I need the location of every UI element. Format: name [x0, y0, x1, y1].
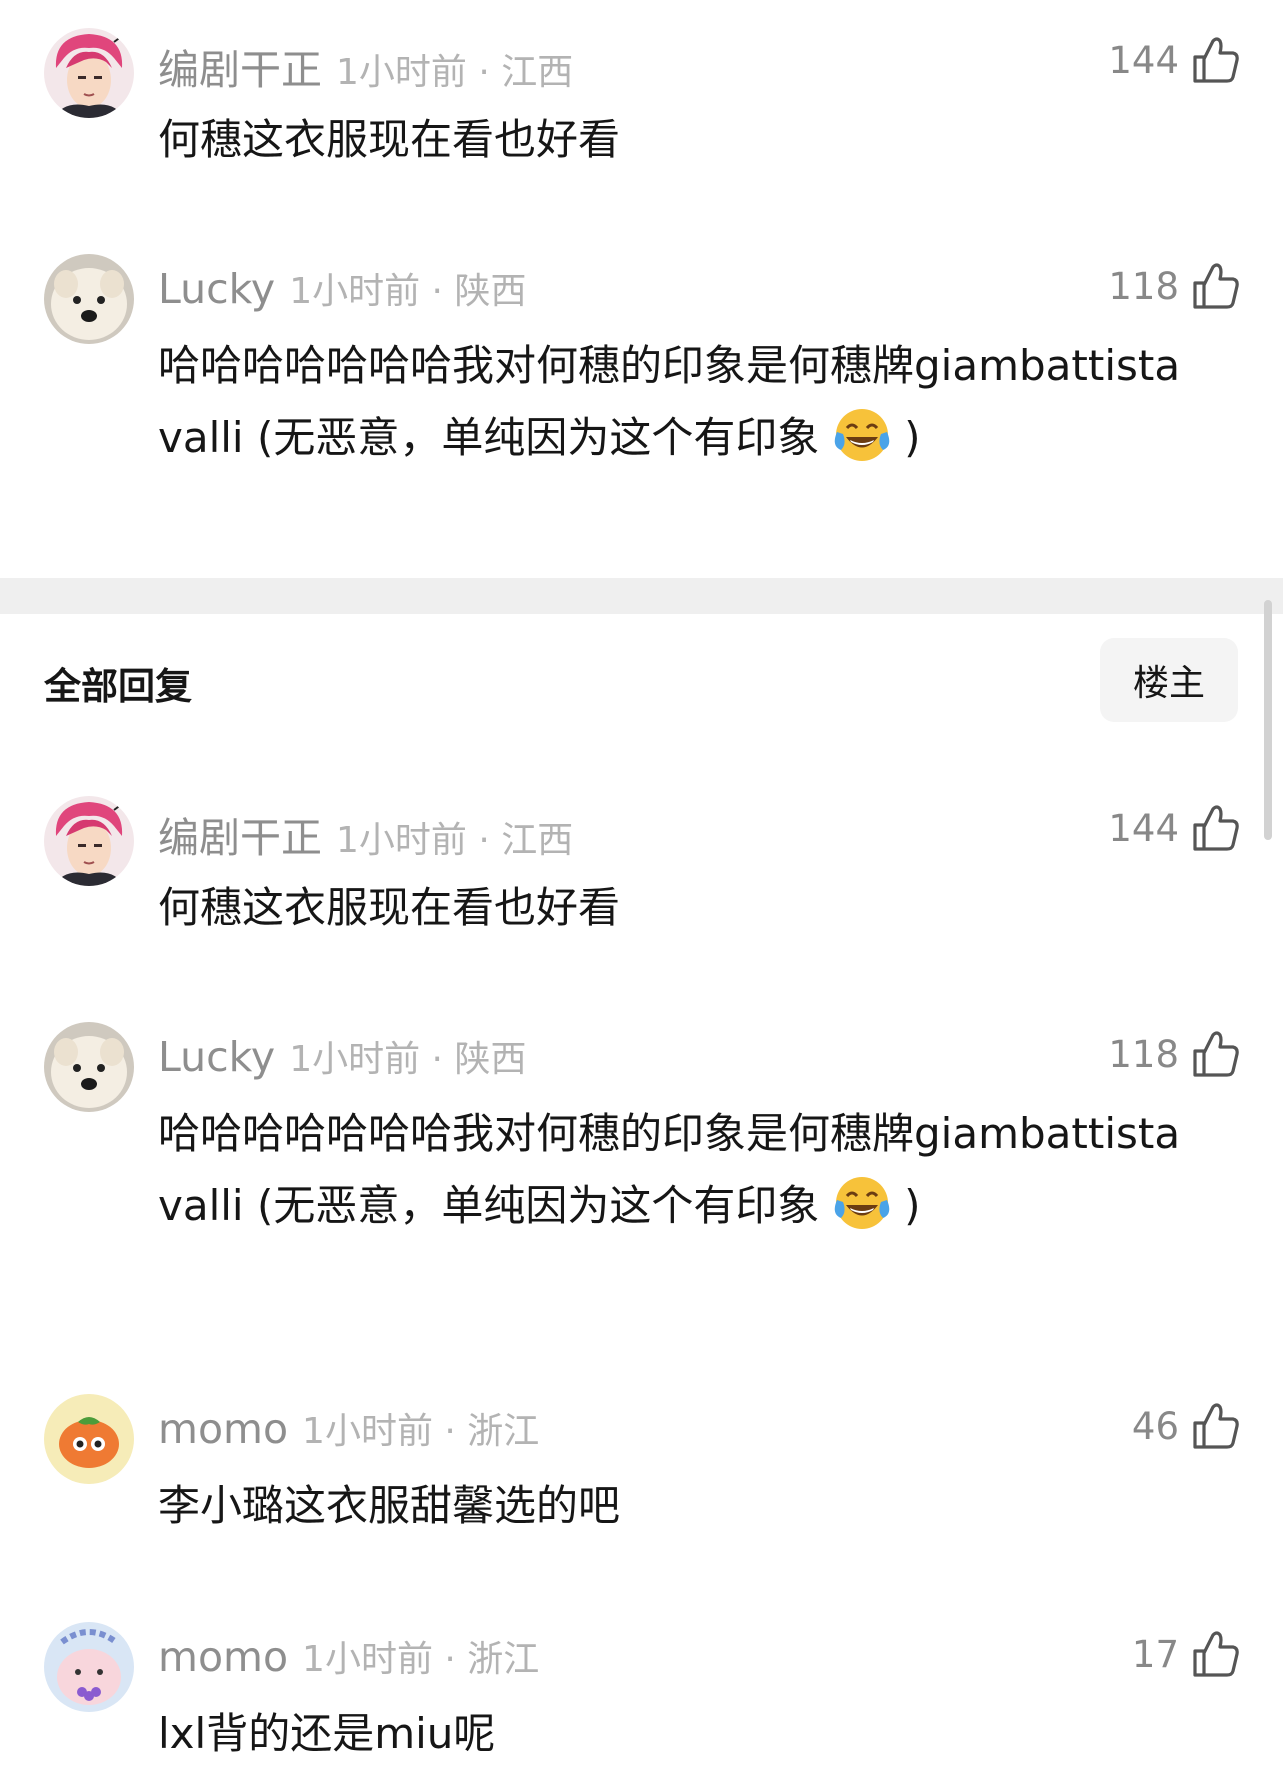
comment-meta: Lucky 1小时前 · 陕西 [158, 262, 527, 313]
like-button[interactable]: 46 [1132, 1400, 1239, 1452]
username[interactable]: 编剧干正 [158, 804, 322, 864]
comment-meta: momo 1小时前 · 浙江 [158, 1630, 540, 1681]
like-button[interactable]: 118 [1108, 1028, 1239, 1080]
like-count: 144 [1108, 38, 1179, 82]
all-replies-title: 全部回复 [44, 665, 192, 708]
like-button[interactable]: 118 [1108, 260, 1239, 312]
time-location: 1小时前 · 浙江 [302, 1411, 540, 1452]
comment-meta: momo 1小时前 · 浙江 [158, 1402, 540, 1453]
like-count: 144 [1108, 806, 1179, 850]
like-count: 118 [1108, 264, 1179, 308]
avatar[interactable] [44, 1622, 134, 1712]
avatar[interactable] [44, 796, 134, 886]
thumbs-up-icon[interactable] [1191, 261, 1239, 311]
op-filter-label: 楼主 [1132, 663, 1205, 704]
like-button[interactable]: 17 [1132, 1628, 1239, 1680]
time-location: 1小时前 · 陕西 [289, 271, 527, 312]
username[interactable]: 编剧干正 [158, 36, 322, 96]
comment-body: lxl背的还是miu呢 [158, 1709, 496, 1758]
like-count: 17 [1131, 1632, 1179, 1676]
comment-meta: Lucky 1小时前 · 陕西 [158, 1030, 527, 1081]
avatar[interactable] [44, 1022, 134, 1112]
time-location: 1小时前 · 陕西 [289, 1039, 527, 1080]
comment-text: lxl背的还是miu呢 [158, 1698, 1198, 1770]
avatar[interactable] [44, 28, 134, 118]
tears-of-joy-emoji-icon [834, 409, 889, 461]
like-button[interactable]: 144 [1108, 802, 1239, 854]
tears-of-joy-emoji-icon [834, 1177, 889, 1229]
like-button[interactable]: 144 [1108, 34, 1239, 86]
like-count: 118 [1108, 1032, 1179, 1076]
comment-text: 何穗这衣服现在看也好看 [158, 872, 1198, 944]
op-filter-button[interactable]: 楼主 [1100, 638, 1238, 722]
username[interactable]: Lucky [158, 1033, 275, 1081]
username[interactable]: Lucky [158, 265, 275, 313]
comment-body: 李小璐这衣服甜馨选的吧 [158, 1481, 621, 1530]
time-location: 1小时前 · 江西 [336, 820, 574, 861]
like-count: 46 [1131, 1404, 1179, 1448]
thumbs-up-icon[interactable] [1191, 1401, 1239, 1451]
thumbs-up-icon[interactable] [1191, 1629, 1239, 1679]
comment-tail: ) [904, 1181, 921, 1230]
avatar[interactable] [44, 254, 134, 344]
scrollbar[interactable] [1264, 600, 1272, 840]
section-divider [0, 578, 1283, 614]
avatar[interactable] [44, 1394, 134, 1484]
thumbs-up-icon[interactable] [1191, 1029, 1239, 1079]
comment-tail: ) [904, 413, 921, 462]
comment-body: 何穗这衣服现在看也好看 [158, 883, 621, 932]
comment-text: 李小璐这衣服甜馨选的吧 [158, 1470, 1198, 1542]
comment-body: 哈哈哈哈哈哈哈我对何穗的印象是何穗牌giambattista valli (无恶… [158, 341, 1181, 462]
comment-meta: 编剧干正 1小时前 · 江西 [158, 36, 573, 94]
comment-text: 哈哈哈哈哈哈哈我对何穗的印象是何穗牌giambattista valli (无恶… [158, 330, 1198, 474]
thumbs-up-icon[interactable] [1191, 35, 1239, 85]
username[interactable]: momo [158, 1633, 288, 1681]
thumbs-up-icon[interactable] [1191, 803, 1239, 853]
comment-text: 何穗这衣服现在看也好看 [158, 104, 1198, 176]
username[interactable]: momo [158, 1405, 288, 1453]
comment-meta: 编剧干正 1小时前 · 江西 [158, 804, 573, 862]
time-location: 1小时前 · 江西 [336, 52, 574, 93]
comment-text: 哈哈哈哈哈哈哈我对何穗的印象是何穗牌giambattista valli (无恶… [158, 1098, 1198, 1242]
time-location: 1小时前 · 浙江 [302, 1639, 540, 1680]
comment-body: 何穗这衣服现在看也好看 [158, 115, 621, 164]
comment-body: 哈哈哈哈哈哈哈我对何穗的印象是何穗牌giambattista valli (无恶… [158, 1109, 1181, 1230]
